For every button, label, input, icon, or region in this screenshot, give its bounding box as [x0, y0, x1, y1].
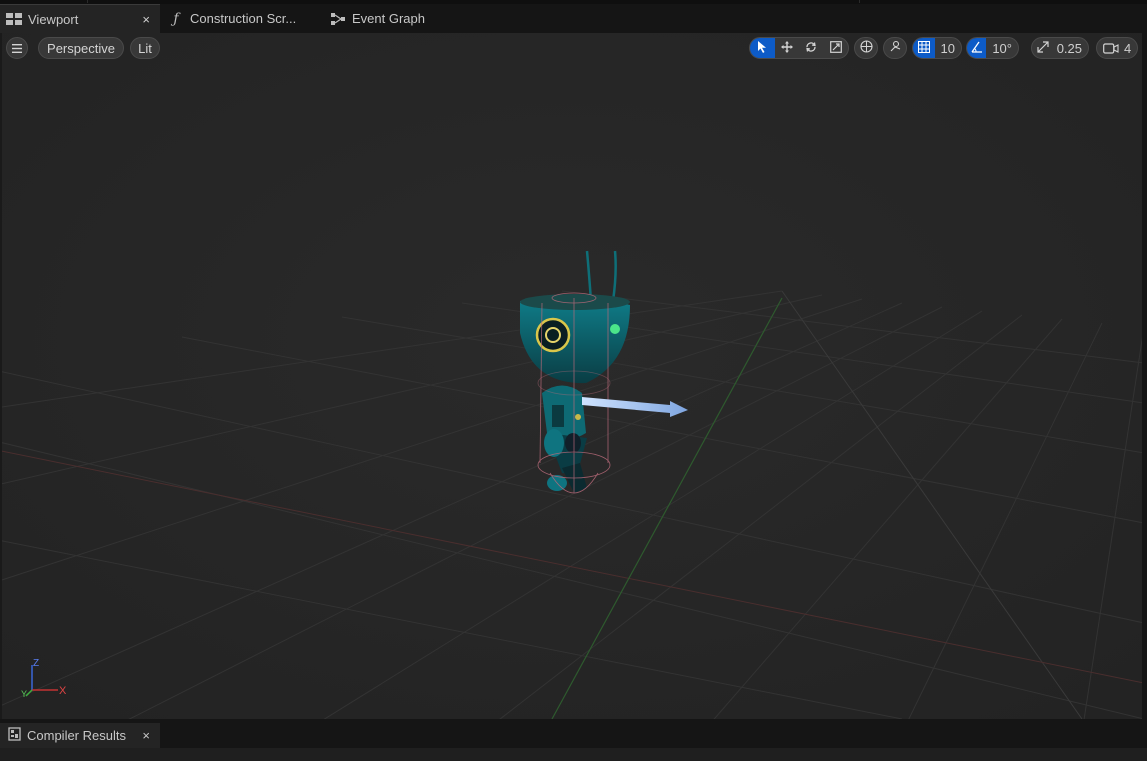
scale-snap-group: 0.25: [1031, 37, 1089, 59]
panel-divider: [860, 0, 1147, 3]
tab-bar: Viewport × ƒ Construction Scr... Event G…: [0, 4, 1147, 33]
rotation-snap-value[interactable]: 10°: [986, 41, 1018, 56]
camera-speed-group[interactable]: 4: [1096, 37, 1138, 59]
viewport-options-button[interactable]: [6, 37, 28, 59]
axis-y-label: Y: [21, 689, 27, 699]
camera-speed-value: 4: [1124, 40, 1132, 56]
coordinate-system-button[interactable]: [854, 37, 878, 59]
cursor-icon: [757, 40, 767, 56]
axis-x-label: X: [59, 685, 67, 697]
scene-canvas[interactable]: Z X Y: [2, 33, 1142, 719]
close-icon[interactable]: ×: [142, 12, 150, 27]
rotation-snap-group: 10°: [966, 37, 1019, 59]
graph-icon: [330, 11, 346, 27]
rotate-tool-button[interactable]: [799, 38, 824, 58]
view-mode-button[interactable]: Perspective: [38, 37, 124, 59]
grid-snap-value[interactable]: 10: [935, 41, 961, 56]
compiler-results-panel: [0, 748, 1147, 761]
axis-z-label: Z: [33, 658, 39, 669]
move-icon: [780, 40, 793, 56]
panel-divider: [88, 0, 860, 3]
rotate-icon: [805, 41, 817, 56]
select-tool-button[interactable]: [750, 38, 775, 58]
function-icon: ƒ: [173, 10, 179, 27]
hamburger-icon: [12, 41, 22, 56]
panel-divider: [0, 0, 88, 3]
close-icon[interactable]: ×: [142, 728, 150, 743]
snap-surface-icon: [889, 40, 902, 56]
tab-label: Event Graph: [352, 11, 425, 26]
grid-icon: [917, 40, 930, 56]
scale-snap-icon: [1037, 40, 1049, 56]
tab-construction-script[interactable]: ƒ Construction Scr...: [168, 4, 318, 33]
tab-label: Compiler Results: [27, 728, 126, 743]
compiler-results-icon: [8, 727, 21, 744]
tab-label: Construction Scr...: [190, 11, 297, 26]
surface-snapping-button[interactable]: [883, 37, 907, 59]
viewport-icon: [6, 11, 22, 27]
angle-icon: [971, 41, 983, 56]
world-icon: [859, 40, 873, 56]
scale-tool-button[interactable]: [824, 38, 849, 58]
transform-mode-group: [749, 37, 849, 59]
camera-icon: [1103, 42, 1119, 54]
bottom-panel: Compiler Results ×: [0, 719, 1147, 761]
scale-snap-value[interactable]: 0.25: [1055, 41, 1088, 56]
lighting-mode-button[interactable]: Lit: [130, 37, 160, 59]
tab-label: Viewport: [28, 11, 79, 27]
grid-snap-group: 10: [912, 37, 962, 59]
scale-snap-toggle[interactable]: [1032, 38, 1055, 58]
tab-event-graph[interactable]: Event Graph: [330, 4, 450, 33]
translate-tool-button[interactable]: [775, 38, 800, 58]
tab-compiler-results[interactable]: Compiler Results ×: [0, 723, 160, 748]
grid-snap-toggle[interactable]: [913, 38, 935, 58]
tab-viewport[interactable]: Viewport ×: [0, 4, 160, 33]
viewport[interactable]: Z X Y Perspective Lit 10 10° 0.25 4: [0, 33, 1142, 719]
rotation-snap-toggle[interactable]: [967, 38, 987, 58]
scale-icon: [829, 40, 842, 56]
